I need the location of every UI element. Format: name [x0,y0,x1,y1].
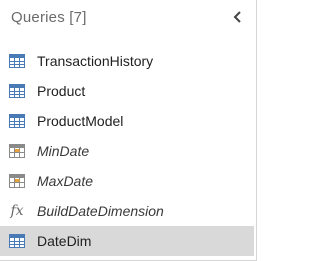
queries-header: Queries [7] [0,0,256,38]
chevron-left-icon[interactable] [231,9,245,25]
table-icon [9,234,25,248]
query-item-product[interactable]: Product [0,76,254,106]
query-item-transactionhistory[interactable]: TransactionHistory [0,46,254,76]
query-label: DateDim [37,233,92,249]
table-icon [9,114,25,128]
table-icon [9,84,25,98]
query-label: TransactionHistory [37,53,154,69]
queries-title: Queries [7] [11,9,87,26]
query-item-builddatedimension[interactable]: fx BuildDateDimension [0,196,254,226]
queries-pane: Queries [7] TransactionHistory Product P… [0,0,257,261]
query-label: Product [37,83,86,99]
query-item-datedim[interactable]: DateDim [0,226,254,256]
query-label: MinDate [37,143,90,159]
query-label: BuildDateDimension [37,203,164,219]
query-item-productmodel[interactable]: ProductModel [0,106,254,136]
query-label: MaxDate [37,173,94,189]
query-label: ProductModel [37,113,124,129]
table-icon [9,54,25,68]
function-icon: fx [10,203,24,219]
query-item-mindate[interactable]: MinDate [0,136,254,166]
query-item-maxdate[interactable]: MaxDate [0,166,254,196]
parameter-table-icon [9,144,25,158]
queries-list: TransactionHistory Product ProductModel … [0,46,254,256]
parameter-table-icon [9,174,25,188]
